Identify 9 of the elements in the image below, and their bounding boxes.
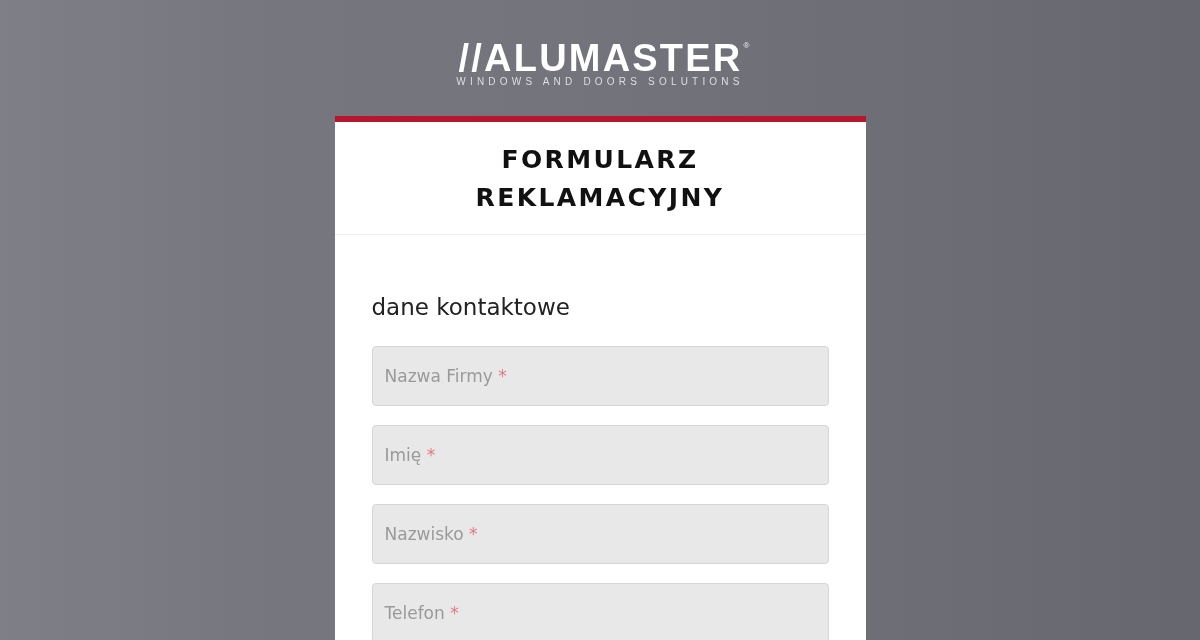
input-field[interactable]: Nazwa Firmy * <box>371 346 829 406</box>
input-field[interactable]: Imię * <box>371 425 829 485</box>
registered-mark: ® <box>743 42 750 50</box>
logo-tagline: WINDOWS AND DOORS SOLUTIONS <box>456 76 744 88</box>
logo-wordmark: //ALUMASTER <box>458 42 743 74</box>
section-heading: dane kontaktowe <box>371 293 571 321</box>
form-title: FORMULARZ REKLAMACYJNY <box>474 144 726 214</box>
input-field[interactable]: Telefon * <box>371 583 829 640</box>
input-field[interactable]: Nazwisko * <box>371 504 829 564</box>
